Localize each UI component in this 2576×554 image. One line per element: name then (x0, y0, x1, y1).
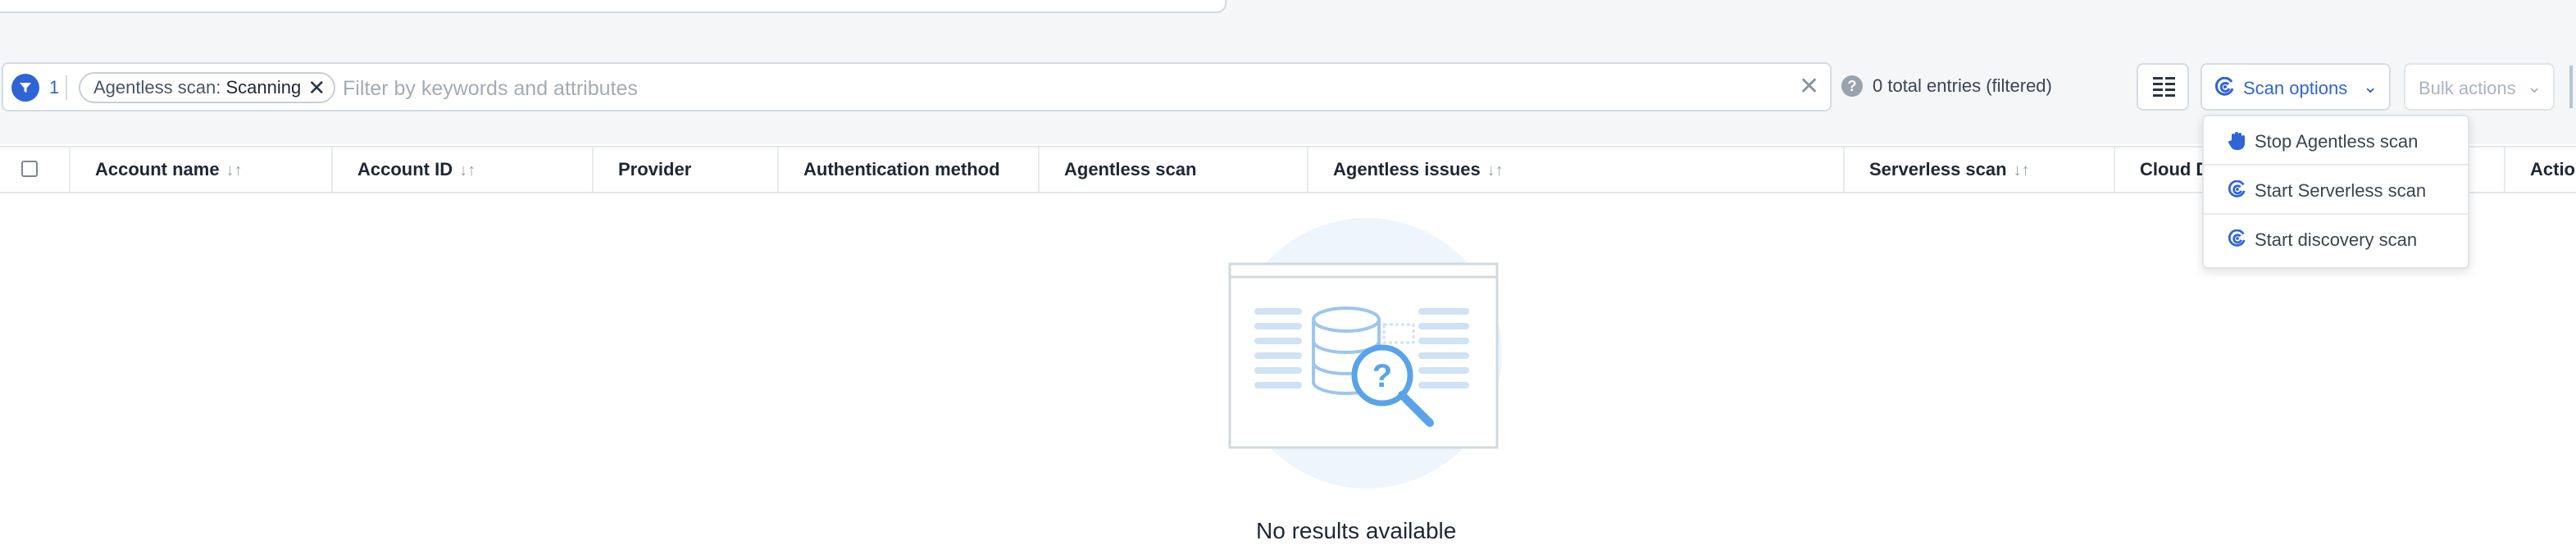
menu-item-label: Start discovery scan (2255, 229, 2418, 250)
filter-bar: 1 Agentless scan: Scanning ✕ ✕ (2, 62, 1832, 111)
menu-item-label: Start Serverless scan (2255, 180, 2427, 201)
sort-icon[interactable]: ↓↑ (226, 161, 243, 179)
divider (66, 75, 67, 100)
column-label: Serverless scan (1869, 159, 2007, 179)
column-label: Agentless issues (1333, 159, 1481, 179)
column-label: Account ID (357, 159, 453, 179)
column-header-actions: Actio (2505, 148, 2576, 192)
table-header: Account name ↓↑ Account ID ↓↑ Provider Aut… (0, 146, 2576, 193)
filter-icon[interactable] (11, 74, 39, 102)
search-field-top[interactable] (0, 0, 1227, 13)
sort-icon[interactable]: ↓↑ (1487, 161, 1504, 179)
no-results-text: No results available (1256, 518, 1457, 543)
column-settings-button[interactable] (2137, 63, 2189, 111)
filter-chip-agentless-scan[interactable]: Agentless scan: Scanning ✕ (79, 72, 336, 103)
column-header-account-id[interactable]: Account ID ↓↑ (333, 148, 594, 192)
filter-input[interactable] (341, 70, 1787, 107)
menu-item-start-discovery-scan[interactable]: Start discovery scan (2204, 215, 2468, 264)
menu-item-start-serverless-scan[interactable]: Start Serverless scan (2204, 166, 2468, 215)
scan-options-menu: Stop Agentless scan Start Serverless sca… (2202, 115, 2469, 269)
sort-icon[interactable]: ↓↑ (2014, 161, 2030, 179)
no-results-illustration-icon: ? (1228, 262, 1499, 449)
clear-filter-icon[interactable]: ✕ (1799, 72, 1819, 101)
bulk-actions-button[interactable]: Bulk actions ⌄ (2404, 63, 2555, 111)
chip-key: Agentless scan: (93, 77, 221, 98)
select-all-checkbox-cell[interactable] (0, 148, 71, 192)
column-label: Actio (2530, 159, 2575, 179)
sort-icon[interactable]: ↓↑ (459, 161, 476, 179)
column-header-authentication-method: Authentication method (779, 148, 1040, 192)
column-label: Agentless scan (1064, 159, 1197, 179)
chip-value: Scanning (225, 77, 302, 98)
toolbar-edge (2569, 66, 2573, 108)
stop-hand-icon (2228, 132, 2245, 151)
column-label: Provider (618, 159, 692, 179)
column-label: Authentication method (803, 159, 1000, 179)
scan-options-label: Scan options (2243, 78, 2348, 98)
column-header-serverless-scan[interactable]: Serverless scan ↓↑ (1845, 148, 2115, 192)
chevron-down-icon: ⌄ (2527, 76, 2542, 97)
scan-icon (2228, 229, 2246, 247)
chevron-down-icon: ⌄ (2363, 76, 2378, 97)
columns-icon (2153, 77, 2175, 97)
active-filter-count: 1 (49, 77, 60, 98)
svg-text:?: ? (1372, 358, 1392, 394)
menu-item-label: Stop Agentless scan (2255, 131, 2419, 152)
column-label: Cloud D (2140, 159, 2210, 179)
column-header-account-name[interactable]: Account name ↓↑ (71, 148, 333, 192)
help-icon[interactable]: ? (1841, 75, 1863, 97)
menu-item-stop-agentless-scan[interactable]: Stop Agentless scan (2204, 116, 2468, 166)
scan-icon (2228, 180, 2246, 198)
column-header-provider: Provider (594, 148, 779, 192)
select-all-checkbox[interactable] (21, 161, 38, 177)
bulk-actions-label: Bulk actions (2419, 78, 2516, 98)
column-label: Account name (95, 159, 220, 179)
scan-options-button[interactable]: Scan options ⌄ (2201, 63, 2391, 111)
chip-remove-icon[interactable]: ✕ (307, 74, 325, 102)
scan-icon (2215, 77, 2234, 96)
column-header-agentless-issues[interactable]: Agentless issues ↓↑ (1308, 148, 1845, 192)
total-entries: 0 total entries (filtered) (1873, 75, 2052, 96)
column-header-agentless-scan: Agentless scan (1040, 148, 1308, 192)
